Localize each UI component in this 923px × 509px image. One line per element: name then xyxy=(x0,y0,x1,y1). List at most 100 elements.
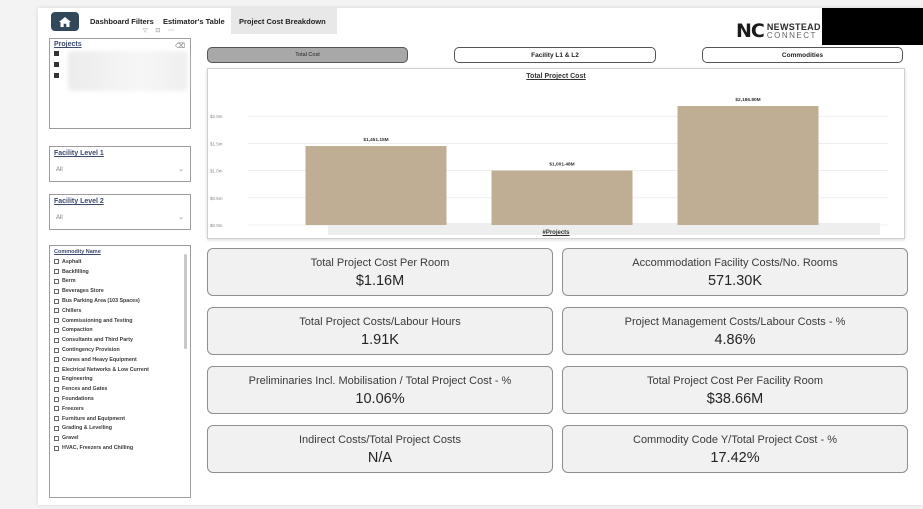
kpi-label: Total Project Cost Per Room xyxy=(310,257,450,269)
commodity-option-label: Berm xyxy=(62,278,76,285)
bar xyxy=(491,170,633,225)
home-icon xyxy=(59,16,71,27)
commodity-scrollbar[interactable] xyxy=(184,254,187,349)
total-cost-button[interactable]: Total Cost xyxy=(207,47,408,63)
checkbox-icon[interactable] xyxy=(54,406,59,412)
checkbox-icon[interactable] xyxy=(54,386,59,392)
commodity-option[interactable]: Electrical Networks & Low Current xyxy=(54,365,186,375)
checkbox-icon[interactable] xyxy=(54,445,59,451)
checkbox-icon[interactable] xyxy=(54,51,59,56)
checkbox-icon[interactable] xyxy=(54,308,59,314)
kpi-card[interactable]: Indirect Costs/Total Project Costs N/A xyxy=(207,425,553,473)
checkbox-icon[interactable] xyxy=(54,376,59,382)
commodities-button[interactable]: Commodities xyxy=(702,47,903,63)
checkbox-icon[interactable] xyxy=(54,269,59,275)
facility-l1-l2-button[interactable]: Facility L1 & L2 xyxy=(454,47,656,63)
bar-data-label: $1,451.15M xyxy=(363,137,388,143)
checkbox-icon[interactable] xyxy=(54,288,59,294)
kpi-card[interactable]: Commodity Code Y/Total Project Cost - % 1… xyxy=(562,425,908,473)
checkbox-icon[interactable] xyxy=(54,318,59,324)
commodity-option-label: Grading & Levelling xyxy=(62,425,113,432)
commodity-slicer[interactable]: Commodity Name Asphalt Backfilling Berm Bev… xyxy=(49,245,191,498)
kpi-card[interactable]: Project Management Costs/Labour Costs - … xyxy=(562,307,908,355)
kpi-card[interactable]: Total Project Costs/Labour Hours 1.91K xyxy=(207,307,553,355)
checkbox-icon[interactable] xyxy=(54,337,59,343)
checkbox-icon[interactable] xyxy=(54,357,59,363)
commodity-option-label: Compaction xyxy=(62,327,93,334)
chevron-down-icon[interactable]: ⌄ xyxy=(178,165,184,173)
commodity-option[interactable]: Furniture and Equipment xyxy=(54,414,186,424)
total-project-cost-chart[interactable]: Total Project Cost $0.0m $0.5m $1.0m $1.5m $… xyxy=(207,68,905,239)
projects-slicer[interactable]: Projects ⌫ xyxy=(49,38,191,129)
kpi-value: 10.06% xyxy=(355,391,405,407)
commodity-slicer-title: Commodity Name xyxy=(54,249,101,255)
kpi-value: N/A xyxy=(367,450,393,466)
checkbox-icon[interactable] xyxy=(54,298,59,304)
facility-level-2-slicer[interactable]: Facility Level 2 All ⌄ xyxy=(49,194,191,230)
home-button[interactable] xyxy=(51,12,79,31)
top-navigation: Dashboard Filters Estimator's Table Proj… xyxy=(38,8,923,45)
checkbox-icon[interactable] xyxy=(54,416,59,422)
checkbox-icon[interactable] xyxy=(54,73,59,78)
commodity-option-label: Commissioning and Testing xyxy=(62,317,133,324)
commodity-option[interactable]: Gravel xyxy=(54,433,186,443)
chevron-down-icon[interactable]: ⌄ xyxy=(178,213,184,221)
commodity-option[interactable]: Consultants and Third Party xyxy=(54,335,186,345)
bar-data-label: $2,186.80M xyxy=(735,97,760,103)
kpi-value: 1.91K xyxy=(361,332,399,348)
facility-level-2-value[interactable]: All xyxy=(56,215,63,221)
commodity-option-label: Cranes and Heavy Equipment xyxy=(62,356,137,363)
commodity-option[interactable]: Compaction xyxy=(54,326,186,336)
commodity-option-label: Engineering xyxy=(62,376,93,383)
commodity-option[interactable]: Freezers xyxy=(54,404,186,414)
commodity-option[interactable]: Bus Parking Area (103 Spaces) xyxy=(54,296,186,306)
commodity-option[interactable]: Foundations xyxy=(54,394,186,404)
kpi-card[interactable]: Preliminaries Incl. Mobilisation / Total… xyxy=(207,366,553,414)
commodity-option[interactable]: Backfilling xyxy=(54,267,186,277)
commodity-option-label: Beverages Store xyxy=(62,288,104,295)
commodity-option[interactable]: Grading & Levelling xyxy=(54,424,186,434)
checkbox-icon[interactable] xyxy=(54,62,59,67)
commodity-option[interactable]: Berm xyxy=(54,277,186,287)
checkbox-icon[interactable] xyxy=(54,396,59,402)
kpi-card[interactable]: Total Project Cost Per Facility Room $38.… xyxy=(562,366,908,414)
commodity-option[interactable]: Fences and Gates xyxy=(54,384,186,394)
newstead-connect-logo: NC NEWSTEAD CONNECT xyxy=(736,20,821,42)
clear-selection-icon[interactable]: ⌫ xyxy=(175,42,185,50)
facility-level-1-value[interactable]: All xyxy=(56,167,63,173)
redacted-area xyxy=(822,8,923,45)
commodity-option[interactable]: Commissioning and Testing xyxy=(54,316,186,326)
commodity-option[interactable]: Cranes and Heavy Equipment xyxy=(54,355,186,365)
visual-header-icons[interactable]: ▽ ⊡ ⋯ xyxy=(143,27,177,34)
checkbox-icon[interactable] xyxy=(54,347,59,353)
chart-plot: $0.0m $0.5m $1.0m $1.5m $2.0m $1,451.15M $1,00… xyxy=(210,97,888,235)
logo-line-2: CONNECT xyxy=(766,30,817,40)
kpi-label: Preliminaries Incl. Mobilisation / Total… xyxy=(248,375,512,387)
commodity-option-label: Backfilling xyxy=(62,268,89,275)
commodity-option[interactable]: Contingency Provision xyxy=(54,345,186,355)
commodity-option[interactable]: Engineering xyxy=(54,375,186,385)
checkbox-icon[interactable] xyxy=(54,327,59,333)
tab-project-cost-breakdown[interactable]: Project Cost Breakdown xyxy=(231,8,337,34)
commodity-option[interactable]: HVAC, Freezers and Chilling xyxy=(54,443,186,453)
bar xyxy=(305,146,447,225)
kpi-card[interactable]: Total Project Cost Per Room $1.16M xyxy=(207,248,553,296)
commodity-option[interactable]: Chillers xyxy=(54,306,186,316)
checkbox-icon[interactable] xyxy=(54,367,59,373)
commodity-option-label: Consultants and Third Party xyxy=(62,337,133,344)
facility-level-2-title: Facility Level 2 xyxy=(54,198,104,205)
commodity-option[interactable]: Asphalt xyxy=(54,257,186,267)
checkbox-icon[interactable] xyxy=(54,278,59,284)
logo-mark: NC xyxy=(736,20,765,42)
commodity-option-label: Asphalt xyxy=(62,258,82,265)
commodity-option[interactable]: Beverages Store xyxy=(54,286,186,296)
checkbox-icon[interactable] xyxy=(54,259,59,265)
kpi-card[interactable]: Accommodation Facility Costs/No. Rooms 57… xyxy=(562,248,908,296)
kpi-value: 4.86% xyxy=(714,332,756,348)
checkbox-icon[interactable] xyxy=(54,435,59,441)
commodity-option-label: Bus Parking Area (103 Spaces) xyxy=(62,298,140,305)
facility-level-1-slicer[interactable]: Facility Level 1 All ⌄ xyxy=(49,146,191,182)
projects-slicer-title: Projects xyxy=(54,41,82,48)
checkbox-icon[interactable] xyxy=(54,425,59,431)
y-tick-label: $0.0m xyxy=(210,223,223,228)
